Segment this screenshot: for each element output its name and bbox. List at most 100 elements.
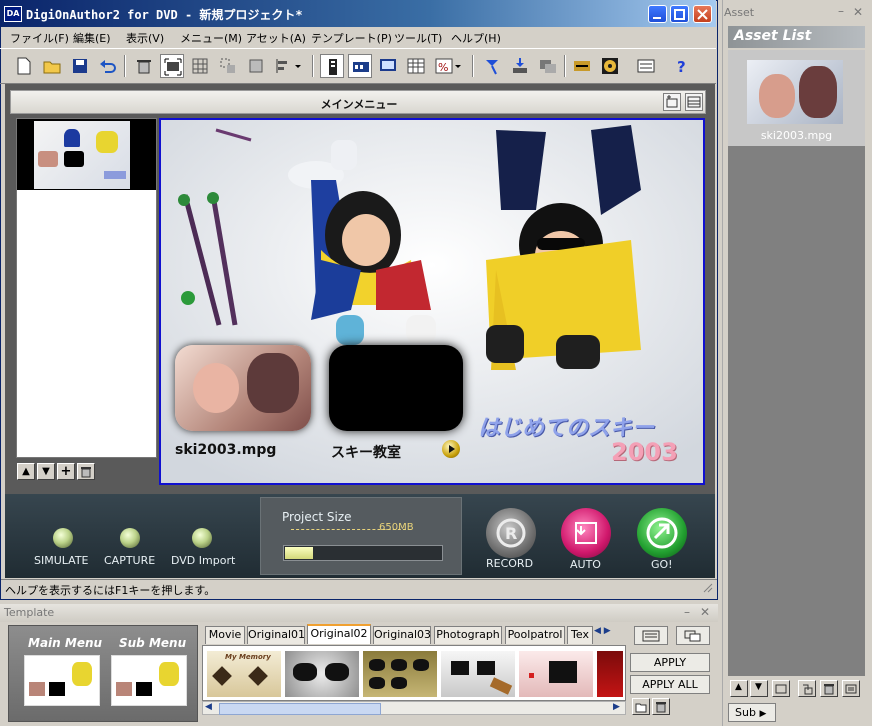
menu-button-1-label[interactable]: ski2003.mpg — [175, 442, 276, 458]
menu-button-2-thumbnail[interactable] — [329, 345, 463, 431]
asset-item[interactable]: ski2003.mpg — [728, 50, 865, 146]
tab-photograph[interactable]: Photograph — [434, 626, 502, 644]
menu-template[interactable]: テンプレート(P) — [311, 30, 392, 46]
apply-button[interactable]: APPLY — [630, 653, 710, 672]
capture-light[interactable] — [120, 528, 140, 548]
disc-button[interactable] — [598, 54, 622, 78]
resize-grip-icon[interactable] — [703, 583, 713, 593]
tab-scroll-arrows[interactable]: ◀ ▶ — [594, 626, 622, 642]
add-button[interactable]: + — [57, 463, 75, 480]
template-scrollbar[interactable]: ◀ ▶ — [202, 701, 626, 715]
asset-up-button[interactable]: ▲ — [730, 680, 748, 697]
group-button[interactable] — [216, 54, 240, 78]
zoom-dropdown[interactable]: % — [432, 54, 466, 78]
align-dropdown[interactable] — [272, 54, 306, 78]
select-arrow-button[interactable] — [480, 54, 504, 78]
asset-close-icon[interactable]: ✕ — [853, 5, 863, 19]
new-button[interactable] — [12, 54, 36, 78]
asset-delete-button[interactable] — [820, 680, 838, 697]
save-button[interactable] — [68, 54, 92, 78]
menu-canvas[interactable]: ski2003.mpg スキー教室 はじめてのスキー 2003 — [159, 118, 705, 485]
delete-template-button[interactable] — [652, 698, 670, 715]
auto-label[interactable]: AUTO — [570, 558, 601, 571]
settings-button[interactable] — [634, 54, 658, 78]
tab-poolpatrol[interactable]: Poolpatrol — [505, 626, 565, 644]
asset-properties-button[interactable] — [842, 680, 860, 697]
menu-help[interactable]: ヘルプ(H) — [451, 30, 501, 46]
add-page-button[interactable] — [663, 93, 681, 111]
tab-movie[interactable]: Movie — [205, 626, 245, 644]
menu-file[interactable]: ファイル(F) — [10, 30, 69, 46]
record-button[interactable]: R — [486, 508, 536, 558]
go-label[interactable]: GO! — [651, 558, 673, 571]
asset-panel-header[interactable]: Asset – ✕ — [722, 4, 872, 22]
next-arrow-icon[interactable] — [442, 440, 460, 458]
asset-minimize-icon[interactable]: – — [838, 4, 844, 18]
undo-button[interactable] — [96, 54, 120, 78]
template-thumbnail-1[interactable]: My Memory — [207, 651, 281, 697]
menu-button-2-label[interactable]: スキー教室 — [331, 442, 401, 462]
menu-edit[interactable]: 編集(E) — [73, 30, 111, 46]
import-button[interactable] — [508, 54, 532, 78]
open-button[interactable] — [40, 54, 64, 78]
template-view-button[interactable] — [634, 626, 668, 645]
delete-page-button[interactable] — [77, 463, 95, 480]
ungroup-button[interactable] — [244, 54, 268, 78]
help-button[interactable]: ? — [670, 54, 694, 78]
page-layout-button[interactable] — [685, 93, 703, 111]
template-thumbnail-6[interactable] — [597, 651, 623, 697]
asset-down-button[interactable]: ▼ — [750, 680, 768, 697]
template-thumbnail-4[interactable] — [441, 651, 515, 697]
layout-vertical-button[interactable] — [320, 54, 344, 78]
template-close-icon[interactable]: ✕ — [700, 605, 710, 619]
tab-original03[interactable]: Original03 — [373, 626, 431, 644]
preview-button[interactable] — [376, 54, 400, 78]
chapter-button[interactable] — [570, 54, 594, 78]
capture-label[interactable]: CAPTURE — [104, 554, 155, 567]
main-menu-preview[interactable] — [24, 655, 100, 706]
template-window-button[interactable] — [676, 626, 710, 645]
menu-tools[interactable]: ツール(T) — [394, 30, 442, 46]
move-down-button[interactable]: ▼ — [37, 463, 55, 480]
template-panel-header[interactable]: Template – ✕ — [0, 604, 718, 622]
title-bar[interactable]: DA DigiOnAuthor2 for DVD - 新規プロジェクト* — [0, 0, 716, 27]
delete-button[interactable] — [132, 54, 156, 78]
scroll-right-icon[interactable]: ▶ — [613, 702, 620, 712]
table-button[interactable] — [404, 54, 428, 78]
asset-window-button[interactable] — [772, 680, 790, 697]
layer-button[interactable] — [536, 54, 560, 78]
layout-horizontal-button[interactable] — [348, 54, 372, 78]
asset-import-button[interactable] — [798, 680, 816, 697]
dvd-import-light[interactable] — [192, 528, 212, 548]
auto-button[interactable] — [561, 508, 611, 558]
template-thumbnail-3[interactable] — [363, 651, 437, 697]
minimize-button[interactable] — [648, 5, 667, 23]
simulate-light[interactable] — [53, 528, 73, 548]
sub-button[interactable]: Sub ▶ — [728, 703, 776, 722]
template-thumbnail-5[interactable] — [519, 651, 593, 697]
scroll-left-icon[interactable]: ◀ — [205, 702, 212, 712]
new-folder-button[interactable] — [632, 698, 650, 715]
fit-button[interactable] — [160, 54, 184, 78]
tab-original02[interactable]: Original02 — [307, 624, 371, 644]
go-button[interactable] — [637, 508, 687, 558]
template-scroll-thumb[interactable] — [219, 703, 381, 715]
record-label[interactable]: RECORD — [486, 557, 533, 570]
template-thumbnail-2[interactable] — [285, 651, 359, 697]
grid-button[interactable] — [188, 54, 212, 78]
maximize-button[interactable] — [670, 5, 689, 23]
menu-view[interactable]: 表示(V) — [126, 30, 164, 46]
tab-original01[interactable]: Original01 — [247, 626, 305, 644]
apply-all-button[interactable]: APPLY ALL — [630, 675, 710, 694]
app-icon[interactable]: DA — [4, 6, 22, 22]
close-button[interactable] — [693, 5, 712, 23]
menu-menu[interactable]: メニュー(M) — [180, 30, 242, 46]
move-up-button[interactable]: ▲ — [17, 463, 35, 480]
simulate-label[interactable]: SIMULATE — [34, 554, 89, 567]
dvd-import-label[interactable]: DVD Import — [171, 554, 235, 567]
tab-text[interactable]: Tex — [567, 626, 593, 644]
menu-button-1-thumbnail[interactable] — [175, 345, 311, 431]
template-minimize-icon[interactable]: – — [684, 605, 690, 619]
sub-menu-preview[interactable] — [111, 655, 187, 706]
menu-asset[interactable]: アセット(A) — [246, 30, 306, 46]
